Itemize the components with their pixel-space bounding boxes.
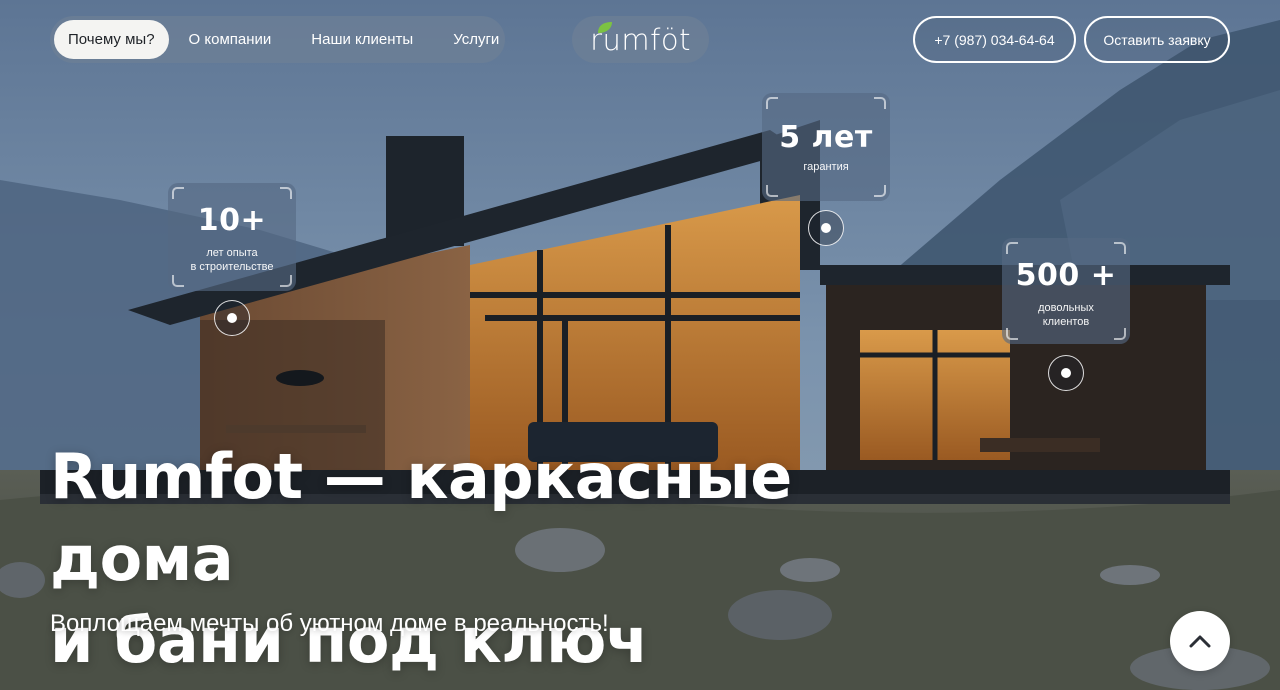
stat-value: 500 +: [1015, 258, 1117, 293]
stat-card-clients: 500 + довольных клиентов: [1002, 238, 1130, 344]
hotspot-dot: [227, 313, 237, 323]
nav-item-why-us[interactable]: Почему мы?: [54, 20, 169, 59]
hotspot-dot: [1061, 368, 1071, 378]
stat-caption-line: клиентов: [1042, 316, 1090, 328]
scroll-top-button[interactable]: [1170, 611, 1230, 671]
stat-caption-line: в строительстве: [190, 261, 274, 273]
frame-corner: [766, 185, 778, 197]
stat-caption-line: гарантия: [803, 161, 849, 173]
hotspot-marker[interactable]: [808, 210, 844, 246]
leaf-icon: [598, 22, 612, 33]
chevron-up-icon: [1189, 635, 1211, 648]
nav-item-services[interactable]: Услуги: [433, 20, 519, 59]
frame-corner: [172, 275, 184, 287]
frame-corner: [1114, 328, 1126, 340]
stat-value: 10+: [197, 203, 267, 238]
main-nav: Почему мы? О компании Наши клиенты Услуг…: [50, 16, 505, 63]
stat-card-experience: 10+ лет опыта в строительстве: [168, 183, 296, 291]
hotspot-marker[interactable]: [1048, 355, 1084, 391]
order-button[interactable]: Оставить заявку: [1084, 16, 1230, 63]
hero-title-line: Rumfot — каркасные дома: [50, 440, 792, 595]
hotspot-marker[interactable]: [214, 300, 250, 336]
frame-corner: [1006, 328, 1018, 340]
stat-value: 5 лет: [779, 120, 873, 155]
stat-caption-line: довольных: [1038, 302, 1094, 314]
frame-corner: [280, 187, 292, 199]
stat-card-warranty: 5 лет гарантия: [762, 93, 890, 201]
hero-title: Rumfot — каркасные дома и бани под ключ: [50, 436, 950, 682]
frame-corner: [1006, 242, 1018, 254]
frame-corner: [1114, 242, 1126, 254]
hero-subtitle: Воплощаем мечты об уютном доме в реально…: [50, 610, 609, 637]
stat-caption-line: лет опыта: [206, 247, 258, 259]
frame-corner: [874, 185, 886, 197]
nav-item-about[interactable]: О компании: [169, 20, 292, 59]
hotspot-dot: [821, 223, 831, 233]
frame-corner: [172, 187, 184, 199]
frame-corner: [766, 97, 778, 109]
frame-corner: [874, 97, 886, 109]
frame-corner: [280, 275, 292, 287]
logo[interactable]: rumföt: [572, 16, 709, 63]
phone-button[interactable]: +7 (987) 034-64-64: [913, 16, 1076, 63]
nav-item-clients[interactable]: Наши клиенты: [291, 20, 433, 59]
